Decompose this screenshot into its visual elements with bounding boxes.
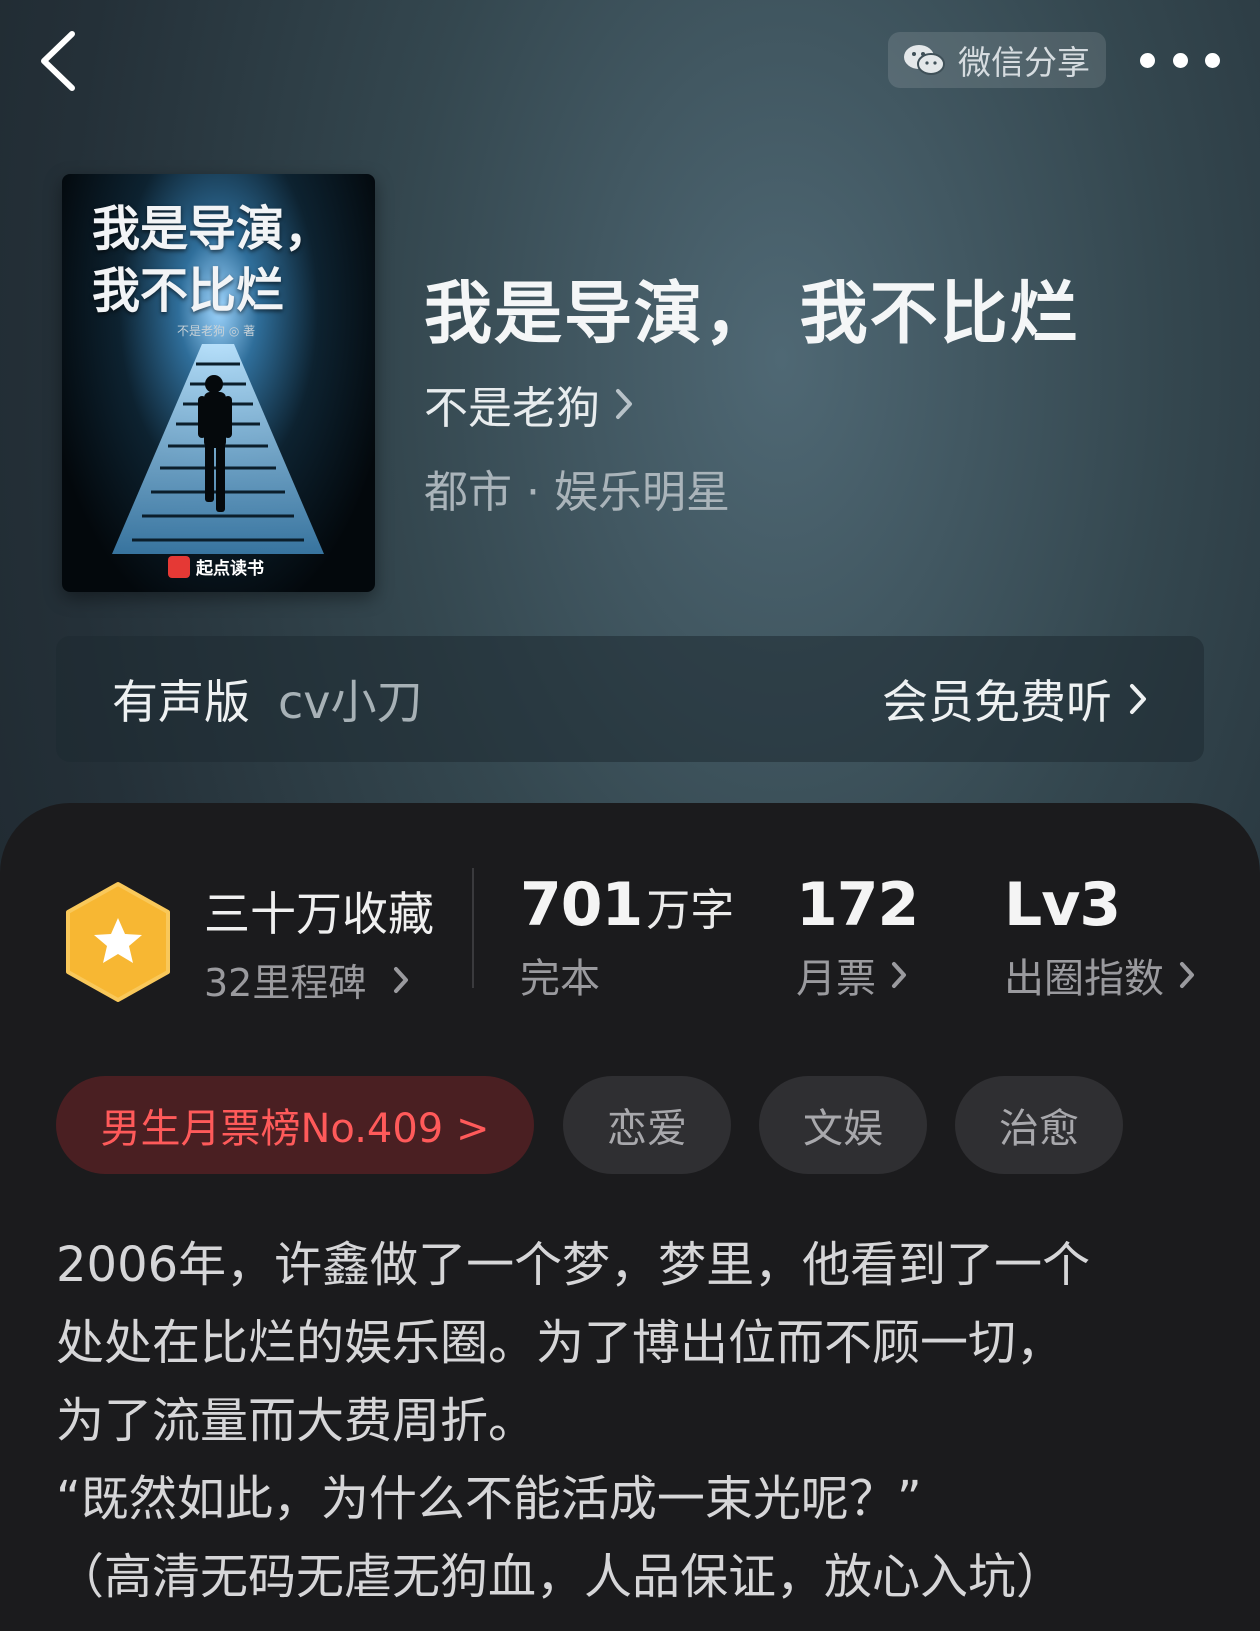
audio-label: 有声版 bbox=[112, 675, 250, 729]
synopsis-line: 为了流量而大费周折。 bbox=[56, 1393, 537, 1449]
synopsis[interactable]: 2006年，许鑫做了一个梦，梦里，他看到了一个 处处在比烂的娱乐圈。为了博出位而… bbox=[56, 1226, 1216, 1616]
popularity-index-value: Lv3 bbox=[1004, 870, 1121, 940]
author-link[interactable]: 不是老狗 bbox=[424, 372, 634, 436]
tag-healing[interactable]: 治愈 bbox=[955, 1076, 1123, 1174]
popularity-index-stat[interactable]: Lv3 出圈指数 bbox=[1004, 870, 1196, 1004]
chevron-left-icon bbox=[41, 31, 75, 91]
word-count-stat: 701万字 完本 bbox=[520, 870, 734, 1004]
synopsis-line: （高清无码无虐无狗血，人品保证，放心入坑） bbox=[56, 1549, 1065, 1605]
synopsis-line: 2006年，许鑫做了一个梦，梦里，他看到了一个 bbox=[56, 1237, 1091, 1293]
member-listen-label: 会员免费听 bbox=[882, 675, 1112, 729]
more-dot-icon bbox=[1205, 52, 1220, 68]
book-genre: 都市 · 娱乐明星 bbox=[424, 467, 730, 518]
cover-brand-text: 起点读书 bbox=[196, 559, 264, 579]
collection-count: 三十万收藏 bbox=[204, 887, 434, 941]
audio-cv: cv小刀 bbox=[278, 675, 423, 729]
chevron-right-icon bbox=[1180, 962, 1194, 988]
cover-brand: 起点读书 bbox=[168, 554, 264, 579]
milestone-label: 32里程碑 bbox=[204, 961, 367, 1005]
monthly-ticket-value: 172 bbox=[796, 870, 919, 940]
collection-milestone[interactable]: 三十万收藏 32里程碑 bbox=[204, 878, 434, 1007]
popularity-index-label: 出圈指数 bbox=[1004, 956, 1164, 1002]
tag-entertainment[interactable]: 文娱 bbox=[759, 1076, 927, 1174]
monthly-ticket-label: 月票 bbox=[796, 956, 876, 1002]
audio-version-bar[interactable]: 有声版 cv小刀 会员免费听 bbox=[56, 636, 1204, 762]
synopsis-line: “既然如此，为什么不能活成一束光呢？” bbox=[56, 1471, 922, 1527]
chevron-right-icon bbox=[1130, 684, 1146, 714]
back-button[interactable] bbox=[36, 28, 86, 94]
cover-title: 我是导演，我不比烂 bbox=[92, 201, 333, 319]
chevron-right-icon bbox=[892, 962, 906, 988]
word-count-unit: 万字 bbox=[646, 885, 735, 936]
collection-badge-icon[interactable] bbox=[62, 880, 174, 1004]
rank-tag[interactable]: 男生月票榜No.409 > bbox=[56, 1076, 534, 1174]
more-dot-icon bbox=[1140, 52, 1155, 68]
book-cover[interactable]: 我是导演，我不比烂 不是老狗 ◎ 著 起点读书 bbox=[62, 174, 375, 592]
wechat-share-button[interactable]: 微信分享 bbox=[888, 32, 1106, 88]
cover-author: 不是老狗 ◎ 著 bbox=[177, 324, 256, 338]
tag-romance[interactable]: 恋爱 bbox=[563, 1076, 731, 1174]
member-listen-link[interactable]: 会员免费听 bbox=[882, 666, 1148, 732]
completion-status: 完本 bbox=[520, 956, 600, 1002]
book-title: 我是导演， 我不比烂 bbox=[424, 274, 1080, 354]
word-count-value: 701 bbox=[520, 870, 643, 940]
monthly-ticket-stat[interactable]: 172 月票 bbox=[796, 870, 919, 1004]
more-button[interactable] bbox=[1140, 42, 1220, 78]
book-detail-page: 微信分享 我是导演，我不比烂 不是老狗 ◎ 著 起点读书 我是导演， 我不比烂 … bbox=[0, 0, 1260, 1631]
qidian-logo-icon bbox=[168, 555, 190, 578]
share-label: 微信分享 bbox=[958, 43, 1090, 82]
wechat-icon bbox=[904, 45, 945, 75]
stats-divider bbox=[472, 868, 474, 988]
chevron-right-icon bbox=[616, 389, 632, 419]
author-name: 不是老狗 bbox=[424, 383, 600, 434]
more-dot-icon bbox=[1172, 52, 1188, 68]
synopsis-line: 处处在比烂的娱乐圈。为了博出位而不顾一切， bbox=[56, 1315, 1065, 1371]
chevron-right-icon bbox=[394, 966, 409, 993]
